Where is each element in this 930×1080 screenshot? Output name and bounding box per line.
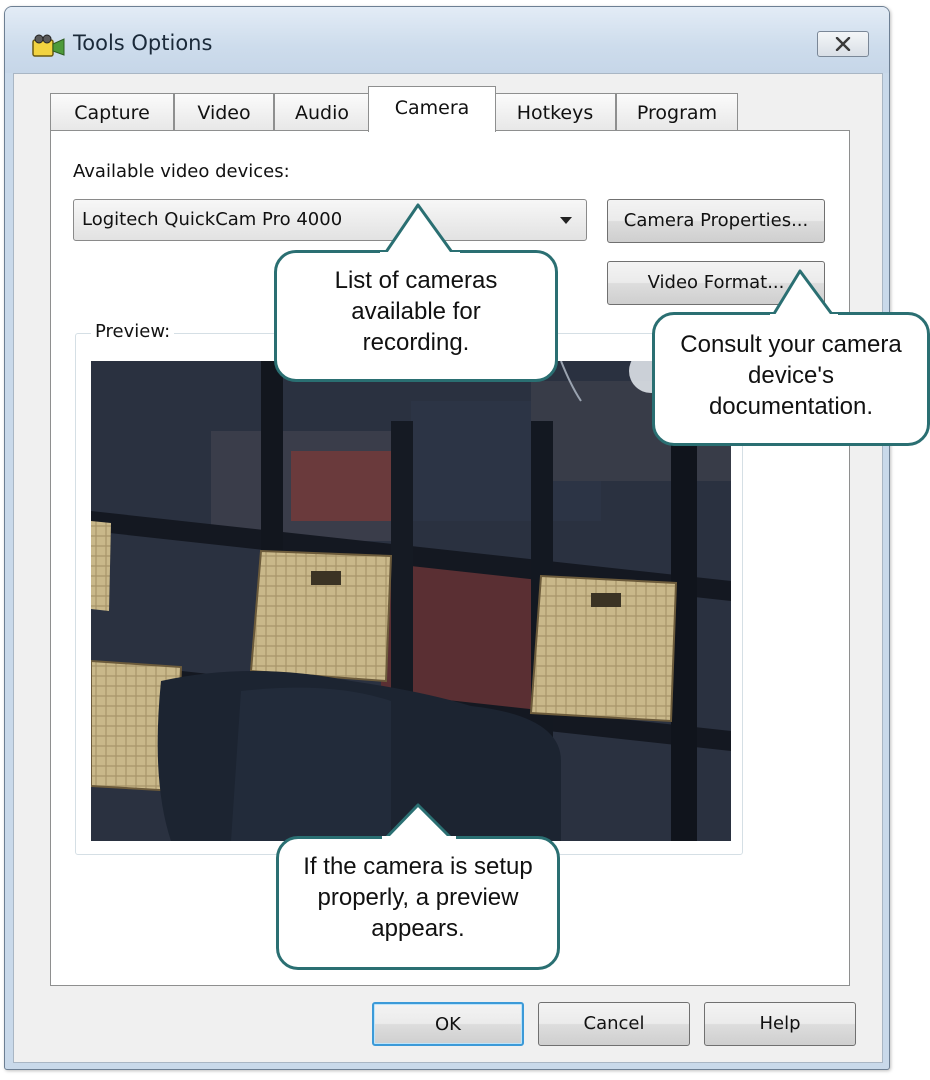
tab-hotkeys[interactable]: Hotkeys <box>494 93 616 131</box>
window-title: Tools Options <box>73 31 213 55</box>
available-devices-label: Available video devices: <box>73 161 290 182</box>
callout-preview: If the camera is setup properly, a previ… <box>276 836 560 970</box>
callout-pointer <box>770 269 838 318</box>
video-device-select[interactable]: Logitech QuickCam Pro 4000 <box>73 199 587 241</box>
tab-label: Video <box>197 102 251 124</box>
callout-preview-text: If the camera is setup properly, a previ… <box>303 853 533 942</box>
preview-label: Preview: <box>91 321 175 342</box>
tab-program[interactable]: Program <box>616 93 738 131</box>
help-label: Help <box>759 1013 801 1034</box>
tab-camera[interactable]: Camera <box>368 86 496 132</box>
ok-button[interactable]: OK <box>372 1002 524 1046</box>
close-button[interactable] <box>817 31 869 57</box>
title-bar[interactable]: Tools Options <box>5 7 889 73</box>
camera-properties-button[interactable]: Camera Properties... <box>607 199 825 243</box>
chevron-down-icon <box>560 217 572 224</box>
ok-label: OK <box>435 1014 461 1035</box>
tab-label: Capture <box>74 102 150 124</box>
tab-label: Audio <box>294 102 349 124</box>
callout-camera-list-text: List of cameras available for recording. <box>334 267 498 356</box>
callout-pointer <box>382 803 456 840</box>
video-format-label: Video Format... <box>647 272 785 293</box>
tab-label: Hotkeys <box>516 102 594 124</box>
tab-video[interactable]: Video <box>174 93 274 131</box>
cancel-button[interactable]: Cancel <box>538 1002 690 1046</box>
callout-camera-list: List of cameras available for recording. <box>274 250 558 382</box>
camera-properties-label: Camera Properties... <box>623 210 809 231</box>
tab-label: Program <box>636 102 718 124</box>
callout-consult-docs: Consult your camera device's documentati… <box>652 312 930 446</box>
tab-capture[interactable]: Capture <box>50 93 174 131</box>
callout-pointer <box>380 203 460 256</box>
selected-device-value: Logitech QuickCam Pro 4000 <box>82 209 343 230</box>
callout-consult-docs-text: Consult your camera device's documentati… <box>680 331 902 420</box>
cancel-label: Cancel <box>583 1013 645 1034</box>
help-button[interactable]: Help <box>704 1002 856 1046</box>
preview-scene <box>91 361 731 841</box>
tab-audio[interactable]: Audio <box>274 93 370 131</box>
camera-preview-image <box>91 361 731 841</box>
close-icon <box>835 37 851 51</box>
tab-label: Camera <box>394 97 470 119</box>
camcorder-icon <box>32 34 65 57</box>
